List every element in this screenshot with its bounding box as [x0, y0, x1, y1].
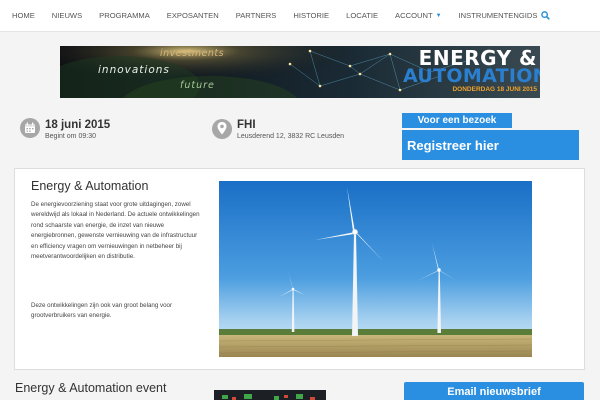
- location-name: FHI: [237, 119, 256, 131]
- nav-item-instrumentengids[interactable]: INSTRUMENTENGIDS: [459, 11, 551, 20]
- intro-title: Energy & Automation: [31, 179, 149, 193]
- nav-item-locatie[interactable]: LOCATIE: [346, 11, 378, 20]
- banner-word-innovations: innovations: [98, 64, 170, 76]
- nav-item-programma[interactable]: PROGRAMMA: [99, 11, 150, 20]
- event-thumbnail: [214, 390, 326, 400]
- nav-item-exposanten[interactable]: EXPOSANTEN: [167, 11, 219, 20]
- nav-item-historie[interactable]: HISTORIE: [293, 11, 329, 20]
- banner-word-investments: investments: [160, 48, 225, 59]
- event-section-title: Energy & Automation event: [15, 381, 167, 395]
- event-start-time: Begint om 09:30: [45, 133, 96, 140]
- chevron-down-icon: ▼: [435, 12, 442, 19]
- nav-item-account[interactable]: ACCOUNT ▼: [395, 11, 442, 20]
- nav-item-nieuws[interactable]: NIEUWS: [52, 11, 82, 20]
- event-banner[interactable]: investments innovations future ENERGY & …: [60, 46, 540, 98]
- event-date: 18 juni 2015: [45, 119, 111, 131]
- event-location-block: FHI Leusderend 12, 3832 RC Leusden: [212, 118, 344, 142]
- banner-word-future: future: [180, 80, 215, 91]
- intro-card: Energy & Automation De energievoorzienin…: [14, 168, 585, 370]
- calendar-icon: [20, 118, 40, 138]
- event-date-block: 18 juni 2015 Begint om 09:30: [20, 118, 110, 142]
- intro-paragraph-2: Deze ontwikkelingen zijn ook van groot b…: [31, 302, 173, 320]
- location-address: Leusderend 12, 3832 RC Leusden: [237, 133, 345, 140]
- nav-item-partners[interactable]: PARTNERS: [236, 11, 277, 20]
- top-navigation: HOME NIEUWS PROGRAMMA EXPOSANTEN PARTNER…: [0, 0, 600, 32]
- nav-item-instrumentengids-label: INSTRUMENTENGIDS: [458, 11, 538, 20]
- nav-item-account-label: ACCOUNT: [395, 11, 433, 20]
- nav-item-home[interactable]: HOME: [12, 11, 35, 20]
- wind-turbines-photo: [219, 181, 532, 357]
- banner-date: DONDERDAG 18 JUNI 2015: [452, 86, 537, 93]
- register-button[interactable]: Registreer hier: [402, 130, 579, 160]
- visit-label: Voor een bezoek: [402, 113, 512, 128]
- banner-title-line2: AUTOMATION: [403, 65, 540, 87]
- newsletter-button[interactable]: Email nieuwsbrief: [404, 382, 584, 400]
- search-icon[interactable]: [541, 11, 551, 20]
- intro-paragraph-1: De energievoorziening staat voor grote u…: [31, 201, 200, 261]
- map-pin-icon: [212, 119, 232, 139]
